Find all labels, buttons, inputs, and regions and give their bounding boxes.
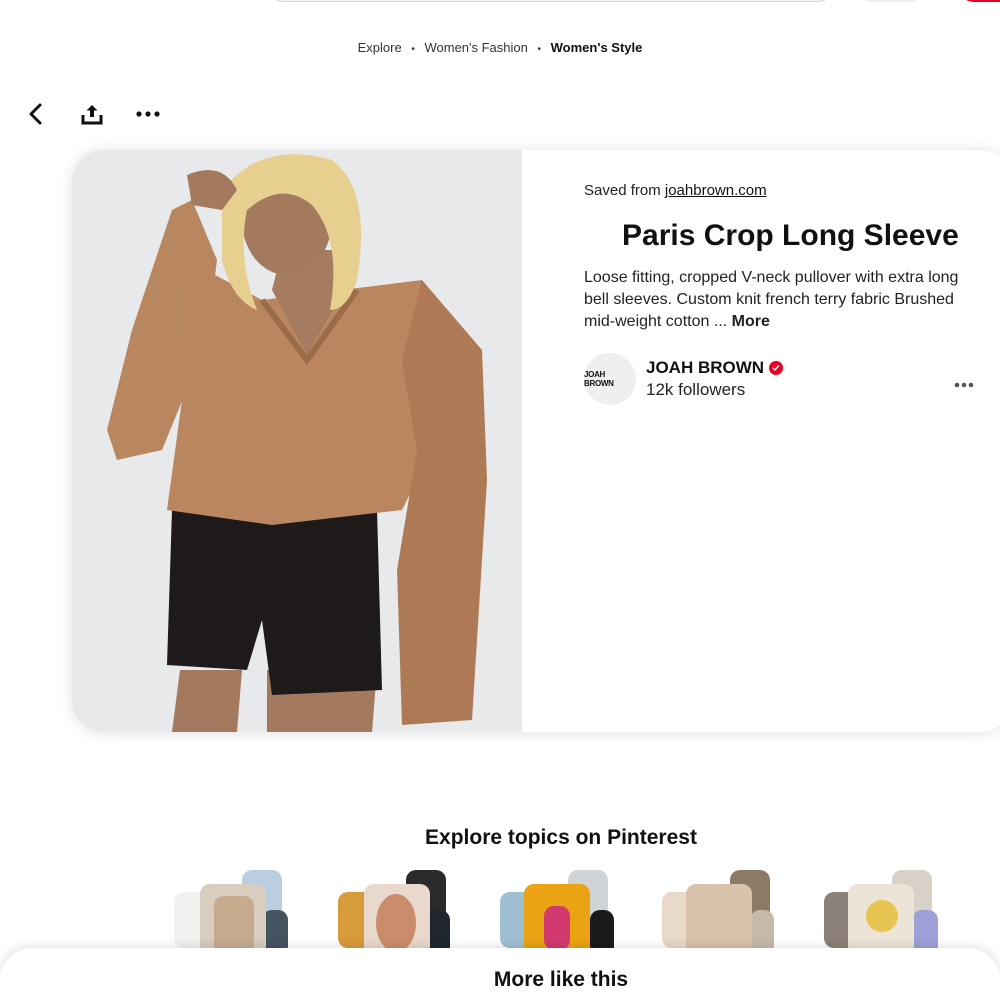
- ellipsis-icon: [136, 111, 160, 117]
- pin-description-text: Loose fitting, cropped V-neck pullover w…: [584, 269, 959, 330]
- creator-name-text[interactable]: JOAH BROWN: [646, 358, 764, 378]
- more-link[interactable]: More: [732, 313, 770, 330]
- topic-card[interactable]: [336, 866, 456, 956]
- saved-from: Saved from joahbrown.com: [584, 182, 984, 199]
- share-icon: [81, 105, 103, 125]
- share-button[interactable]: [76, 98, 108, 130]
- breadcrumb: Explore • Women's Fashion • Women's Styl…: [0, 40, 1000, 55]
- back-button[interactable]: [20, 98, 52, 130]
- topic-card[interactable]: [822, 866, 942, 956]
- breadcrumb-current[interactable]: Women's Style: [551, 40, 643, 55]
- chevron-left-icon: [29, 103, 42, 125]
- saved-from-label: Saved from: [584, 182, 661, 199]
- ellipsis-icon: [954, 382, 974, 388]
- breadcrumb-separator: •: [537, 44, 542, 55]
- more-like-this-sheet[interactable]: More like this: [0, 948, 1000, 1000]
- creator-name[interactable]: JOAH BROWN: [646, 358, 784, 378]
- product-photo: [72, 150, 522, 732]
- topic-card[interactable]: [498, 866, 618, 956]
- breadcrumb-separator: •: [411, 44, 415, 55]
- pin-title: Paris Crop Long Sleeve: [622, 219, 959, 252]
- topic-card[interactable]: [660, 866, 780, 956]
- more-options-button[interactable]: [132, 98, 164, 130]
- signup-button[interactable]: [958, 0, 1000, 2]
- source-link[interactable]: joahbrown.com: [665, 182, 767, 199]
- breadcrumb-womens-fashion[interactable]: Women's Fashion: [424, 40, 527, 55]
- explore-topics-heading: Explore topics on Pinterest: [425, 826, 697, 849]
- creator-row: JOAH BROWN JOAH BROWN 12k followers: [584, 353, 984, 405]
- topic-card[interactable]: [172, 866, 292, 956]
- breadcrumb-explore[interactable]: Explore: [358, 40, 402, 55]
- creator-info: JOAH BROWN 12k followers: [646, 358, 784, 400]
- avatar[interactable]: JOAH BROWN: [584, 353, 636, 405]
- verified-icon: [769, 361, 784, 375]
- follower-count: 12k followers: [646, 380, 746, 399]
- pin-image[interactable]: [72, 150, 522, 732]
- pin-description: Loose fitting, cropped V-neck pullover w…: [584, 267, 974, 333]
- pin-details: Saved from joahbrown.com Paris Crop Long…: [584, 182, 984, 405]
- more-like-this-heading: More like this: [493, 968, 629, 991]
- pin-actions: [20, 98, 188, 130]
- explore-topics: [0, 866, 1000, 956]
- search-bar[interactable]: [268, 0, 834, 2]
- creator-more-button[interactable]: [954, 375, 974, 393]
- top-nav-button[interactable]: [856, 0, 926, 2]
